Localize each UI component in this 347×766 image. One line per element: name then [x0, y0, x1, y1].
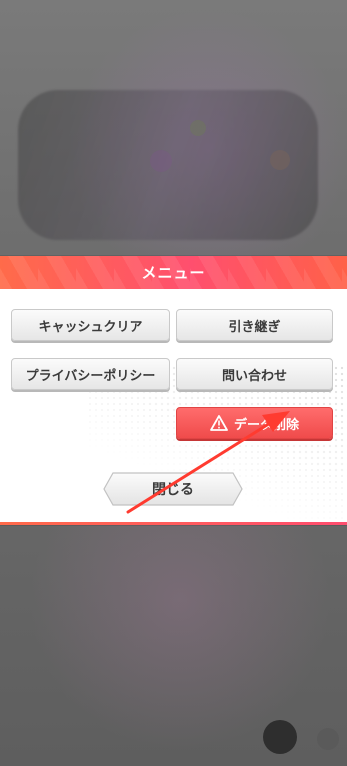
close-label: 閉じる — [152, 482, 194, 498]
contact-button[interactable]: 問い合わせ — [176, 358, 333, 390]
background-decoration — [190, 120, 206, 136]
dialog-header: メニュー — [0, 256, 347, 289]
background-decoration — [150, 150, 172, 172]
delete-data-button[interactable]: データ削除 — [176, 407, 333, 439]
transfer-label: 引き継ぎ — [228, 319, 281, 335]
dialog-bottom-border — [0, 522, 347, 525]
background-round-button — [263, 720, 297, 754]
background-decoration — [270, 150, 290, 170]
background-small-button — [317, 728, 339, 750]
privacy-policy-button[interactable]: プライバシーポリシー — [11, 358, 170, 390]
cache-clear-label: キャッシュクリア — [38, 319, 143, 335]
dialog-title: メニュー — [141, 264, 206, 282]
privacy-policy-label: プライバシーポリシー — [25, 368, 156, 384]
delete-data-label: データ削除 — [233, 417, 299, 433]
menu-dialog: メニュー キャッシュクリア 引き継ぎ プライバシーポリシー 問い合わせ データ削… — [0, 256, 347, 525]
cache-clear-button[interactable]: キャッシュクリア — [11, 309, 170, 341]
transfer-button[interactable]: 引き継ぎ — [176, 309, 333, 341]
contact-label: 問い合わせ — [221, 368, 287, 384]
close-button[interactable]: 閉じる — [103, 472, 243, 506]
warning-triangle-icon — [210, 415, 228, 431]
